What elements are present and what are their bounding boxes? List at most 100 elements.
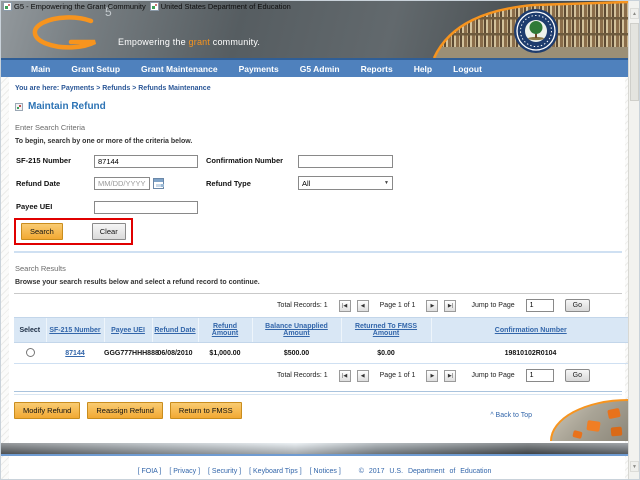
table-row: 87144 GGG777HHH888 06/08/2010 $1,000.00 … <box>14 342 628 364</box>
pagination-top: Total Records: 1 |◀ ◀ Page 1 of 1 ▶ ▶| J… <box>14 294 622 317</box>
vertical-scrollbar[interactable]: ▲ ▼ <box>628 1 639 479</box>
confirmation-number-input[interactable] <box>298 155 393 168</box>
refund-amount-cell: $1,000.00 <box>198 342 252 364</box>
go-button[interactable]: Go <box>564 369 590 382</box>
chair-shape <box>607 407 621 420</box>
search-criteria-section-label: Enter Search Criteria <box>15 123 86 132</box>
footer-copyright: © 2017 U.S. Department of Education <box>358 468 492 475</box>
nav-item-grant-maintenance[interactable]: Grant Maintenance <box>141 64 218 74</box>
search-instructions: To begin, search by one or more of the c… <box>15 138 193 145</box>
tagline-post: community. <box>210 37 261 47</box>
dropdown-arrow-icon: ▼ <box>384 180 389 186</box>
alt-title-ed: United States Department of Education <box>149 2 291 11</box>
scroll-up-arrow-icon[interactable]: ▲ <box>630 8 639 19</box>
payee-uei-input[interactable] <box>94 201 198 214</box>
chair-shape <box>586 420 601 432</box>
refund-date-cell: 06/08/2010 <box>152 342 198 364</box>
footer-link-notices[interactable]: [ Notices ] <box>310 468 341 475</box>
sf215-number-input[interactable] <box>94 155 198 168</box>
reassign-refund-button[interactable]: Reassign Refund <box>87 402 163 419</box>
breadcrumb-link-payments[interactable]: Payments <box>61 85 94 92</box>
first-page-button[interactable]: |◀ <box>338 369 351 382</box>
banner-tagline: Empowering the grant community. <box>118 37 260 47</box>
results-instructions: Browse your search results below and sel… <box>15 279 260 286</box>
back-to-top-link[interactable]: ^ Back to Top <box>490 412 532 419</box>
g5-logo-g <box>32 15 97 50</box>
select-record-radio[interactable] <box>25 347 35 357</box>
main-navigation: Main Grant Setup Grant Maintenance Payme… <box>1 58 628 77</box>
clear-button[interactable]: Clear <box>91 223 126 240</box>
payee-uei-label: Payee UEI <box>16 201 53 211</box>
nav-item-logout[interactable]: Logout <box>453 64 482 74</box>
confirmation-number-cell: 19810102R0104 <box>431 342 628 364</box>
breadcrumb-separator: > <box>96 85 101 92</box>
page-body: You are here: Payments > Refunds > Refun… <box>1 77 628 479</box>
col-header-confirmation-number[interactable]: Confirmation Number <box>495 327 567 334</box>
col-header-refund-date[interactable]: Refund Date <box>154 327 195 334</box>
return-to-fmss-button[interactable]: Return to FMSS <box>169 402 242 419</box>
page-title-row: Maintain Refund <box>15 101 622 112</box>
tagline-pre: Empowering the <box>118 37 189 47</box>
nav-item-grant-setup[interactable]: Grant Setup <box>71 64 120 74</box>
search-results-section-label: Search Results <box>15 264 66 273</box>
refund-date-input[interactable] <box>94 176 150 190</box>
total-records: Total Records: 1 <box>277 372 328 379</box>
broken-image-icon <box>3 2 12 11</box>
col-header-select: Select <box>19 326 41 334</box>
sf215-number-link[interactable]: 87144 <box>65 350 84 357</box>
last-page-button[interactable]: ▶| <box>444 369 457 382</box>
previous-page-button[interactable]: ◀ <box>356 299 369 312</box>
footer-link-security[interactable]: [ Security ] <box>208 468 241 475</box>
jump-to-page-input[interactable] <box>525 369 554 382</box>
previous-page-button[interactable]: ◀ <box>356 369 369 382</box>
banner: G5 - Empowering the Grant Community Unit… <box>1 1 628 58</box>
nav-item-main[interactable]: Main <box>31 64 50 74</box>
footer-link-privacy[interactable]: [ Privacy ] <box>169 468 200 475</box>
alt-title-g5: G5 - Empowering the Grant Community <box>3 2 146 11</box>
breadcrumb-link-refunds[interactable]: Refunds <box>102 85 130 92</box>
col-header-returned-fmss[interactable]: Returned To FMSS Amount <box>355 323 417 337</box>
content-area: You are here: Payments > Refunds > Refun… <box>9 77 628 479</box>
footer-metal-bar <box>1 443 628 456</box>
nav-item-help[interactable]: Help <box>414 64 432 74</box>
browser-viewport: G5 - Empowering the Grant Community Unit… <box>1 1 628 479</box>
jump-to-page-input[interactable] <box>525 299 554 312</box>
next-page-button[interactable]: ▶ <box>426 299 439 312</box>
nav-item-g5-admin[interactable]: G5 Admin <box>300 64 340 74</box>
sf215-number-label: SF-215 Number <box>16 155 72 165</box>
window-title-left: G5 - Empowering the Grant Community <box>14 2 146 11</box>
last-page-button[interactable]: ▶| <box>444 299 457 312</box>
col-header-sf215-number[interactable]: SF-215 Number <box>49 327 100 334</box>
first-page-button[interactable]: |◀ <box>338 299 351 312</box>
jump-to-page-label: Jump to Page <box>471 302 515 309</box>
nav-item-reports[interactable]: Reports <box>361 64 393 74</box>
nav-item-payments[interactable]: Payments <box>239 64 279 74</box>
col-header-balance-unapplied[interactable]: Balance Unapplied Amount <box>265 323 328 337</box>
breadcrumb-separator: > <box>132 85 137 92</box>
calendar-icon[interactable] <box>153 177 164 189</box>
search-button[interactable]: Search <box>21 223 63 240</box>
col-header-payee-uei[interactable]: Payee UEI <box>111 327 145 334</box>
next-page-button[interactable]: ▶ <box>426 369 439 382</box>
refund-type-select[interactable]: All ▼ <box>298 176 393 190</box>
scroll-down-arrow-icon[interactable]: ▼ <box>630 461 639 472</box>
col-header-refund-amount[interactable]: Refund Amount <box>212 323 238 337</box>
page-title-bullet-icon <box>15 102 23 111</box>
modify-refund-button[interactable]: Modify Refund <box>14 402 81 419</box>
chair-shape <box>610 426 623 437</box>
payee-uei-cell: GGG777HHH888 <box>104 342 159 364</box>
results-table: Select SF-215 Number Payee UEI Refund Da… <box>14 317 628 364</box>
page-indicator: Page 1 of 1 <box>379 302 416 309</box>
breadcrumb-prefix: You are here: <box>15 85 60 92</box>
confirmation-number-label: Confirmation Number <box>206 155 284 165</box>
scrollbar-thumb[interactable] <box>630 23 639 101</box>
broken-image-icon <box>149 2 159 11</box>
go-button[interactable]: Go <box>564 299 590 312</box>
chair-shape <box>572 430 583 439</box>
refund-type-selected-value: All <box>302 178 311 188</box>
footer-link-keyboard-tips[interactable]: [ Keyboard Tips ] <box>249 468 302 475</box>
footer-link-foia[interactable]: [ FOIA ] <box>138 468 162 475</box>
breadcrumb-current: Refunds Maintenance <box>138 85 211 92</box>
refund-date-label: Refund Date <box>16 178 61 188</box>
annotation-highlight-box: Search Clear <box>14 218 133 245</box>
